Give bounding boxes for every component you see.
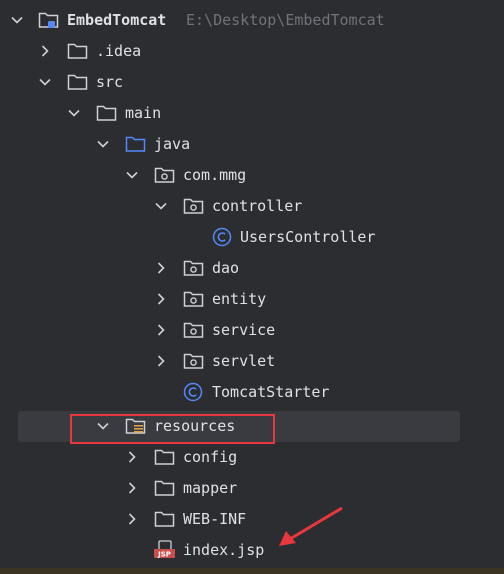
package-icon: [183, 258, 205, 278]
tree-label-idea: .idea: [96, 42, 142, 60]
project-tree: EmbedTomcat E:\Desktop\EmbedTomcat .idea…: [0, 0, 504, 574]
package-icon: [183, 196, 205, 216]
svg-text:JSP: JSP: [157, 551, 171, 559]
tree-row-java[interactable]: java: [0, 129, 504, 160]
tree-label-src: src: [96, 73, 124, 91]
tree-label-java: java: [154, 135, 191, 153]
tree-label-service: service: [212, 321, 276, 339]
project-name: EmbedTomcat: [67, 11, 167, 29]
tree-row-controller[interactable]: controller: [0, 191, 504, 222]
folder-icon: [67, 72, 89, 92]
tree-label-index-jsp: index.jsp: [183, 541, 265, 559]
tree-row-index-jsp[interactable]: JSP index.jsp: [0, 535, 504, 566]
module-icon: [38, 10, 60, 30]
tree-label-mapper: mapper: [183, 479, 238, 497]
tree-row-service[interactable]: service: [0, 315, 504, 346]
tree-row-resources[interactable]: resources: [0, 411, 504, 442]
folder-icon: [154, 509, 176, 529]
tree-row-tomcat-starter[interactable]: TomcatStarter: [0, 377, 504, 408]
package-icon: [154, 165, 176, 185]
tree-label-resources: resources: [154, 417, 236, 435]
tree-label-web-inf: WEB-INF: [183, 510, 247, 528]
tree-row-main[interactable]: main: [0, 98, 504, 129]
package-icon: [183, 351, 205, 371]
tree-label-entity: entity: [212, 290, 267, 308]
resources-folder-icon: [125, 416, 147, 436]
tree-label-servlet: servlet: [212, 352, 276, 370]
tree-label-package: com.mmg: [183, 166, 247, 184]
tree-row-package[interactable]: com.mmg: [0, 160, 504, 191]
chevron-right-icon[interactable]: [38, 36, 52, 67]
tree-label-tomcat-starter: TomcatStarter: [212, 383, 330, 401]
chevron-right-icon[interactable]: [154, 315, 168, 346]
tree-label-controller: controller: [212, 197, 303, 215]
package-icon: [183, 320, 205, 340]
tree-row-config[interactable]: config: [0, 442, 504, 473]
chevron-down-icon[interactable]: [125, 160, 139, 191]
tree-row-src[interactable]: src: [0, 67, 504, 98]
tree-row-project[interactable]: EmbedTomcat E:\Desktop\EmbedTomcat: [0, 5, 504, 36]
chevron-right-icon[interactable]: [125, 442, 139, 473]
tree-row-idea[interactable]: .idea: [0, 36, 504, 67]
tree-row-web-inf[interactable]: WEB-INF: [0, 504, 504, 535]
chevron-right-icon[interactable]: [125, 504, 139, 535]
chevron-right-icon[interactable]: [154, 284, 168, 315]
tree-label-main: main: [125, 104, 162, 122]
bottom-strip: [0, 568, 504, 574]
tree-label-config: config: [183, 448, 238, 466]
jsp-file-icon: JSP: [154, 540, 176, 560]
tree-row-dao[interactable]: dao: [0, 253, 504, 284]
folder-icon: [67, 41, 89, 61]
chevron-down-icon[interactable]: [96, 129, 110, 160]
source-folder-icon: [125, 134, 147, 154]
chevron-right-icon[interactable]: [154, 253, 168, 284]
folder-icon: [154, 478, 176, 498]
chevron-down-icon[interactable]: [96, 411, 110, 442]
class-icon: [212, 227, 234, 247]
tree-row-mapper[interactable]: mapper: [0, 473, 504, 504]
project-path: E:\Desktop\EmbedTomcat: [186, 11, 385, 29]
chevron-down-icon[interactable]: [10, 5, 24, 36]
tree-label-dao: dao: [212, 259, 240, 277]
tree-row-servlet[interactable]: servlet: [0, 346, 504, 377]
package-icon: [183, 289, 205, 309]
tree-label-users-controller: UsersController: [240, 228, 376, 246]
chevron-down-icon[interactable]: [38, 67, 52, 98]
folder-icon: [96, 103, 118, 123]
tree-row-entity[interactable]: entity: [0, 284, 504, 315]
folder-icon: [154, 447, 176, 467]
chevron-right-icon[interactable]: [125, 473, 139, 504]
chevron-down-icon[interactable]: [67, 98, 81, 129]
chevron-right-icon[interactable]: [154, 346, 168, 377]
tree-row-users-controller[interactable]: UsersController: [0, 222, 504, 253]
chevron-down-icon[interactable]: [154, 191, 168, 222]
class-icon: [183, 382, 205, 402]
